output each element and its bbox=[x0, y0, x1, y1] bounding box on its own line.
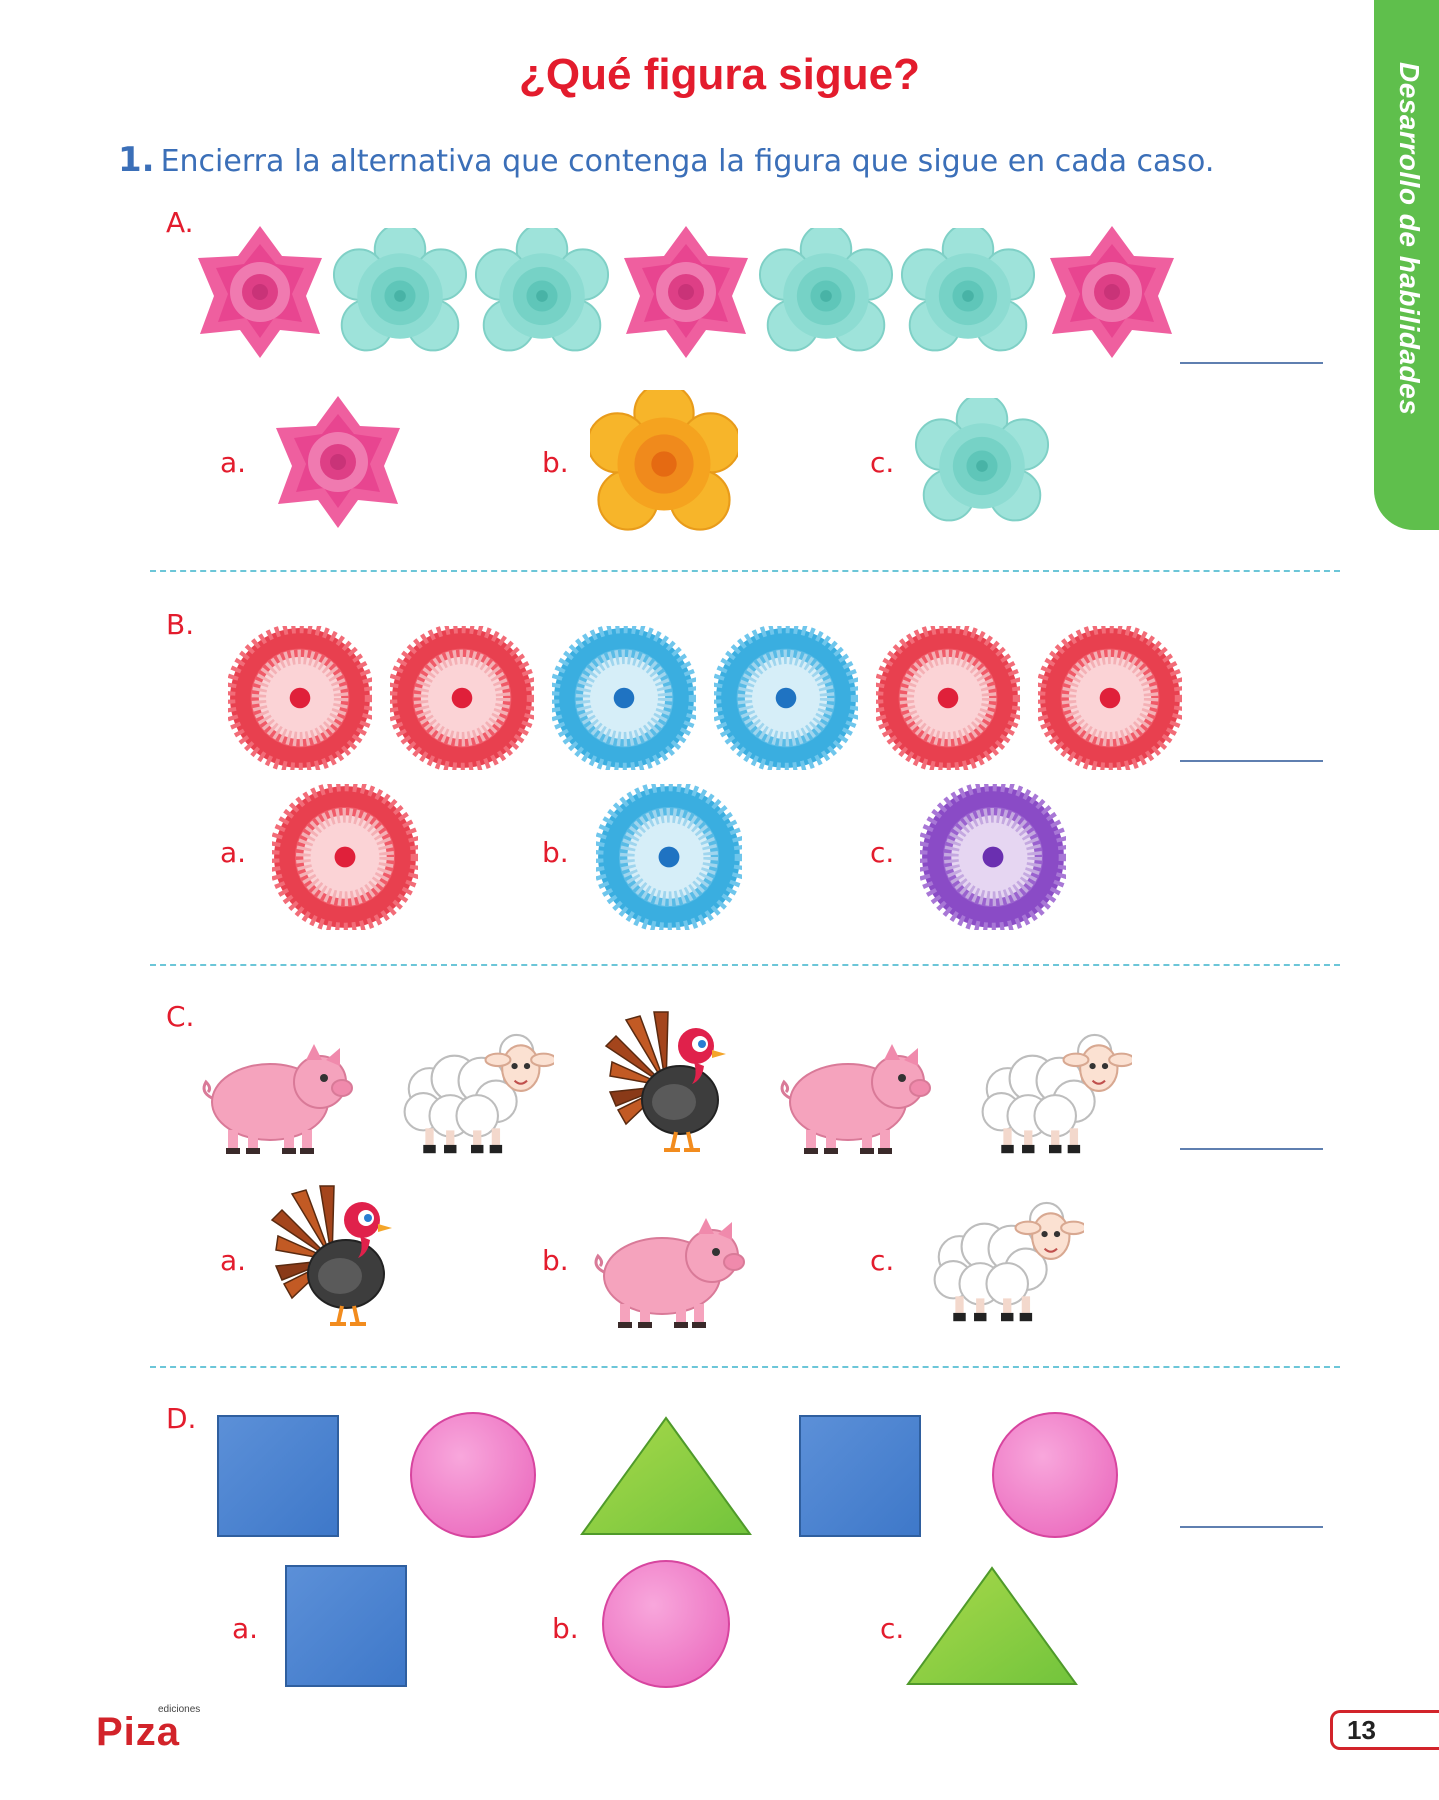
blue-square-icon bbox=[798, 1414, 922, 1538]
teal-rose-icon bbox=[332, 228, 468, 364]
blue-fan-icon bbox=[714, 626, 858, 770]
red-fan-icon bbox=[390, 626, 534, 770]
option-a-label: a. bbox=[232, 1612, 259, 1645]
pink-circle-icon bbox=[990, 1410, 1120, 1540]
option-c-purple-fan-icon[interactable] bbox=[920, 784, 1066, 930]
option-c-teal-rose-icon[interactable] bbox=[914, 398, 1050, 534]
option-b-pig-icon[interactable] bbox=[590, 1204, 750, 1334]
answer-blank-c[interactable] bbox=[1180, 1148, 1323, 1150]
option-b-orange-rose-icon[interactable] bbox=[590, 390, 738, 538]
option-b-label: b. bbox=[542, 1244, 569, 1277]
logo-name: Piza bbox=[96, 1710, 181, 1754]
divider bbox=[150, 1366, 1340, 1368]
pig-icon bbox=[198, 1030, 358, 1160]
side-tab-label: Desarrollo de habilidades bbox=[1394, 62, 1425, 416]
instruction-text: Encierra la alternativa que contenga la … bbox=[160, 144, 1215, 179]
teal-rose-icon bbox=[758, 228, 894, 364]
option-a-label: a. bbox=[220, 836, 247, 869]
option-c-sheep-icon[interactable] bbox=[918, 1192, 1084, 1328]
answer-blank-a[interactable] bbox=[1180, 362, 1323, 364]
section-b-label: B. bbox=[166, 608, 195, 641]
pink-circle-icon bbox=[408, 1410, 538, 1540]
publisher-logo: ediciones Piza bbox=[96, 1700, 206, 1756]
page-number: 13 bbox=[1330, 1710, 1439, 1750]
blue-fan-icon bbox=[552, 626, 696, 770]
option-c-green-triangle-icon[interactable] bbox=[904, 1564, 1080, 1688]
green-triangle-icon bbox=[578, 1414, 754, 1538]
option-b-label: b. bbox=[552, 1612, 579, 1645]
option-c-label: c. bbox=[870, 1244, 895, 1277]
option-a-label: a. bbox=[220, 446, 247, 479]
instruction-number: 1. bbox=[118, 140, 155, 180]
pink-rose-icon bbox=[1042, 222, 1182, 362]
option-c-label: c. bbox=[870, 836, 895, 869]
red-fan-icon bbox=[228, 626, 372, 770]
instruction: 1. Encierra la alternativa que contenga l… bbox=[118, 140, 1214, 180]
option-c-label: c. bbox=[870, 446, 895, 479]
option-a-label: a. bbox=[220, 1244, 247, 1277]
turkey-icon bbox=[596, 1006, 736, 1156]
red-fan-icon bbox=[876, 626, 1020, 770]
option-b-label: b. bbox=[542, 446, 569, 479]
option-a-turkey-icon[interactable] bbox=[262, 1180, 402, 1330]
option-a-pink-rose-icon[interactable] bbox=[268, 392, 408, 532]
sheep-icon bbox=[966, 1024, 1132, 1160]
teal-rose-icon bbox=[474, 228, 610, 364]
section-d-label: D. bbox=[166, 1402, 197, 1435]
section-c-label: C. bbox=[166, 1000, 195, 1033]
sheep-icon bbox=[388, 1024, 554, 1160]
divider bbox=[150, 964, 1340, 966]
option-b-label: b. bbox=[542, 836, 569, 869]
option-c-label: c. bbox=[880, 1612, 905, 1645]
blue-square-icon bbox=[216, 1414, 340, 1538]
pig-icon bbox=[776, 1030, 936, 1160]
divider bbox=[150, 570, 1340, 572]
page-title: ¿Qué figura sigue? bbox=[519, 50, 920, 99]
teal-rose-icon bbox=[900, 228, 1036, 364]
red-fan-icon bbox=[1038, 626, 1182, 770]
option-a-blue-square-icon[interactable] bbox=[284, 1564, 408, 1688]
answer-blank-d[interactable] bbox=[1180, 1526, 1323, 1528]
pink-rose-icon bbox=[190, 222, 330, 362]
answer-blank-b[interactable] bbox=[1180, 760, 1323, 762]
option-b-blue-fan-icon[interactable] bbox=[596, 784, 742, 930]
option-a-red-fan-icon[interactable] bbox=[272, 784, 418, 930]
pink-rose-icon bbox=[616, 222, 756, 362]
option-b-pink-circle-icon[interactable] bbox=[600, 1558, 732, 1690]
